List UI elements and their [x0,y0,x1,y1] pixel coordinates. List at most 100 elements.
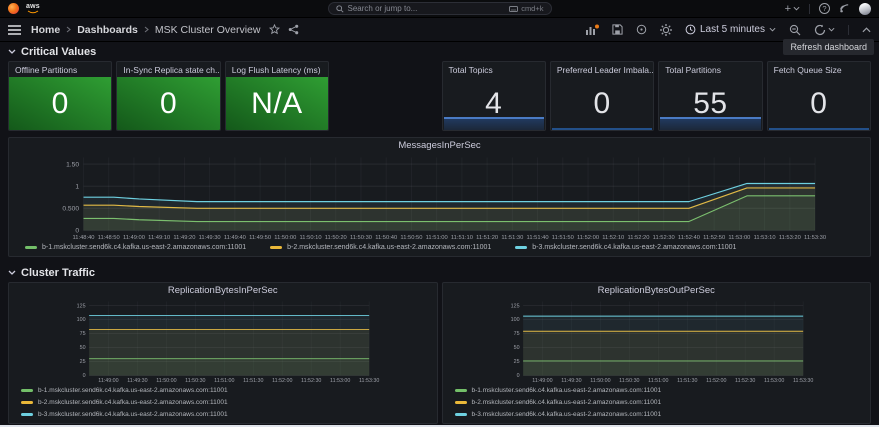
user-avatar[interactable] [859,2,871,15]
nav-right-group: + ? [784,2,871,15]
svg-text:11:52:30: 11:52:30 [653,235,675,241]
time-series-plot[interactable]: 11:49:00 11:49:30 11:50:00 11:50:30 11:51:00… [9,298,437,384]
legend-item[interactable]: b-2.mskcluster.send6k.c4.kafka.us-east-2… [454,397,662,408]
svg-text:11:51:20: 11:51:20 [476,235,498,241]
svg-text:0: 0 [75,228,79,235]
chart-title[interactable]: ReplicationBytesInPerSec [9,283,437,298]
section-cluster-traffic[interactable]: Cluster Traffic [0,263,879,280]
breadcrumb-item[interactable]: Home [31,24,60,36]
svg-text:11:48:40: 11:48:40 [72,235,94,241]
svg-text:11:50:30: 11:50:30 [350,235,372,241]
legend-series-name: b-2.mskcluster.send6k.c4.kafka.us-east-2… [38,399,228,406]
breadcrumb: Home Dashboards MSK Cluster Overview [31,24,260,36]
help-icon[interactable]: ? [819,3,830,14]
breadcrumb-separator-icon [144,26,149,33]
svg-text:11:51:00: 11:51:00 [426,235,448,241]
menu-icon[interactable] [8,24,21,35]
legend-series-name: b-3.mskcluster.send6k.c4.kafka.us-east-2… [471,411,662,418]
legend-item[interactable]: b-2.mskcluster.send6k.c4.kafka.us-east-2… [270,242,491,253]
divider [848,24,849,35]
svg-text:11:50:10: 11:50:10 [300,235,322,241]
legend-item[interactable]: b-3.mskcluster.send6k.c4.kafka.us-east-2… [515,242,736,253]
breadcrumb-item[interactable]: Dashboards [77,24,138,36]
svg-text:50: 50 [80,345,86,351]
stat-panel-fetch-queue-size: Fetch Queue Size 0 [766,61,871,131]
legend-item[interactable]: b-3.mskcluster.send6k.c4.kafka.us-east-2… [454,409,662,420]
refresh-icon [814,24,826,35]
refresh-button[interactable] [814,24,835,36]
stat-panel-preferred-leader-imbala: Preferred Leader Imbala... 0 [549,61,655,131]
section-critical-values[interactable]: Critical Values [0,42,879,59]
search-placeholder: Search or jump to... [347,4,418,13]
divider [809,3,810,14]
chart-legend: b-1.mskcluster.send6k.c4.kafka.us-east-2… [9,241,870,256]
svg-text:11:52:20: 11:52:20 [627,235,649,241]
legend-series-name: b-2.mskcluster.send6k.c4.kafka.us-east-2… [471,399,662,406]
svg-text:0: 0 [516,373,519,379]
svg-text:100: 100 [77,317,86,323]
stat-title[interactable]: Preferred Leader Imbala... [551,62,653,77]
search-input[interactable]: Search or jump to... cmd+k [327,2,552,15]
news-icon[interactable] [839,3,850,14]
clock-icon [685,24,696,35]
gear-icon[interactable] [659,23,672,36]
plus-icon: + [784,2,791,15]
series-color-swatch [25,246,37,249]
legend-item[interactable]: b-3.mskcluster.send6k.c4.kafka.us-east-2… [21,409,228,420]
stat-sparkline [551,128,653,130]
new-menu-button[interactable]: + [784,2,800,15]
stat-value: 0 [9,77,112,130]
search-shortcut-label: cmd+k [521,4,544,13]
series-color-swatch [270,246,283,249]
star-icon[interactable] [269,24,281,35]
stat-panel-log-flush-latency-ms: Log Flush Latency (ms) N/A [224,61,330,131]
breadcrumb-item[interactable]: MSK Cluster Overview [155,24,261,36]
chart-legend: b-1.mskcluster.send6k.c4.kafka.us-east-2… [443,384,871,423]
legend-series-name: b-2.mskcluster.send6k.c4.kafka.us-east-2… [287,244,492,251]
legend-item[interactable]: b-1.mskcluster.send6k.c4.kafka.us-east-2… [25,242,246,253]
toolbar-right-group: Last 5 minutes [585,23,871,36]
time-series-plot[interactable]: 11:49:00 11:49:30 11:50:00 11:50:30 11:51:00… [443,298,871,384]
save-icon[interactable] [612,24,623,35]
svg-text:11:51:40: 11:51:40 [527,235,549,241]
stat-title[interactable]: Offline Partitions [9,62,111,77]
stat-title[interactable]: Log Flush Latency (ms) [226,62,328,77]
zoom-out-icon[interactable] [789,24,801,36]
time-series-plot[interactable]: 11:48:40 11:48:50 11:49:00 11:49:10 11:49:20… [9,153,870,241]
dashboard-toolbar: Home Dashboards MSK Cluster Overview Last … [0,18,879,42]
stat-title[interactable]: In-Sync Replica state ch... [117,62,219,77]
search-icon [335,4,344,13]
chart-legend: b-1.mskcluster.send6k.c4.kafka.us-east-2… [9,384,437,423]
panel-replication-bytes-out: ReplicationBytesOutPerSec 11:49:00 11:49:… [441,282,871,424]
legend-item[interactable]: b-2.mskcluster.send6k.c4.kafka.us-east-2… [21,397,228,408]
grafana-logo-icon[interactable] [8,3,19,14]
share-icon[interactable] [288,24,299,35]
svg-text:11:53:30: 11:53:30 [804,235,826,241]
series-color-swatch [454,389,467,392]
chevron-down-icon [8,270,16,275]
stat-title[interactable]: Total Partitions [659,62,761,77]
panel-analytics-icon[interactable] [585,24,599,36]
legend-item[interactable]: b-1.mskcluster.send6k.c4.kafka.us-east-2… [454,385,661,396]
svg-text:11:53:10: 11:53:10 [754,235,776,241]
chevron-down-icon [828,27,835,32]
svg-text:25: 25 [513,359,519,365]
svg-text:125: 125 [77,303,86,309]
chevron-up-icon[interactable] [862,26,871,33]
svg-text:11:52:00: 11:52:00 [577,235,599,241]
svg-text:11:50:00: 11:50:00 [274,235,296,241]
legend-item[interactable]: b-1.mskcluster.send6k.c4.kafka.us-east-2… [21,385,228,396]
stat-value: 0 [117,77,220,130]
time-range-picker[interactable]: Last 5 minutes [685,24,776,35]
panel-replication-bytes-in: ReplicationBytesInPerSec 11:49:00 11:49:3… [8,282,438,424]
chart-title[interactable]: MessagesInPerSec [9,138,870,153]
svg-text:11:49:00: 11:49:00 [123,235,145,241]
section-title: Critical Values [21,45,97,58]
insights-icon[interactable] [636,24,647,35]
svg-text:11:51:30: 11:51:30 [501,235,523,241]
stat-title[interactable]: Fetch Queue Size [768,62,870,77]
chart-title[interactable]: ReplicationBytesOutPerSec [443,283,871,298]
svg-text:11:50:50: 11:50:50 [400,235,422,241]
stat-title[interactable]: Total Topics [443,62,545,77]
stat-value: 0 [593,86,611,120]
